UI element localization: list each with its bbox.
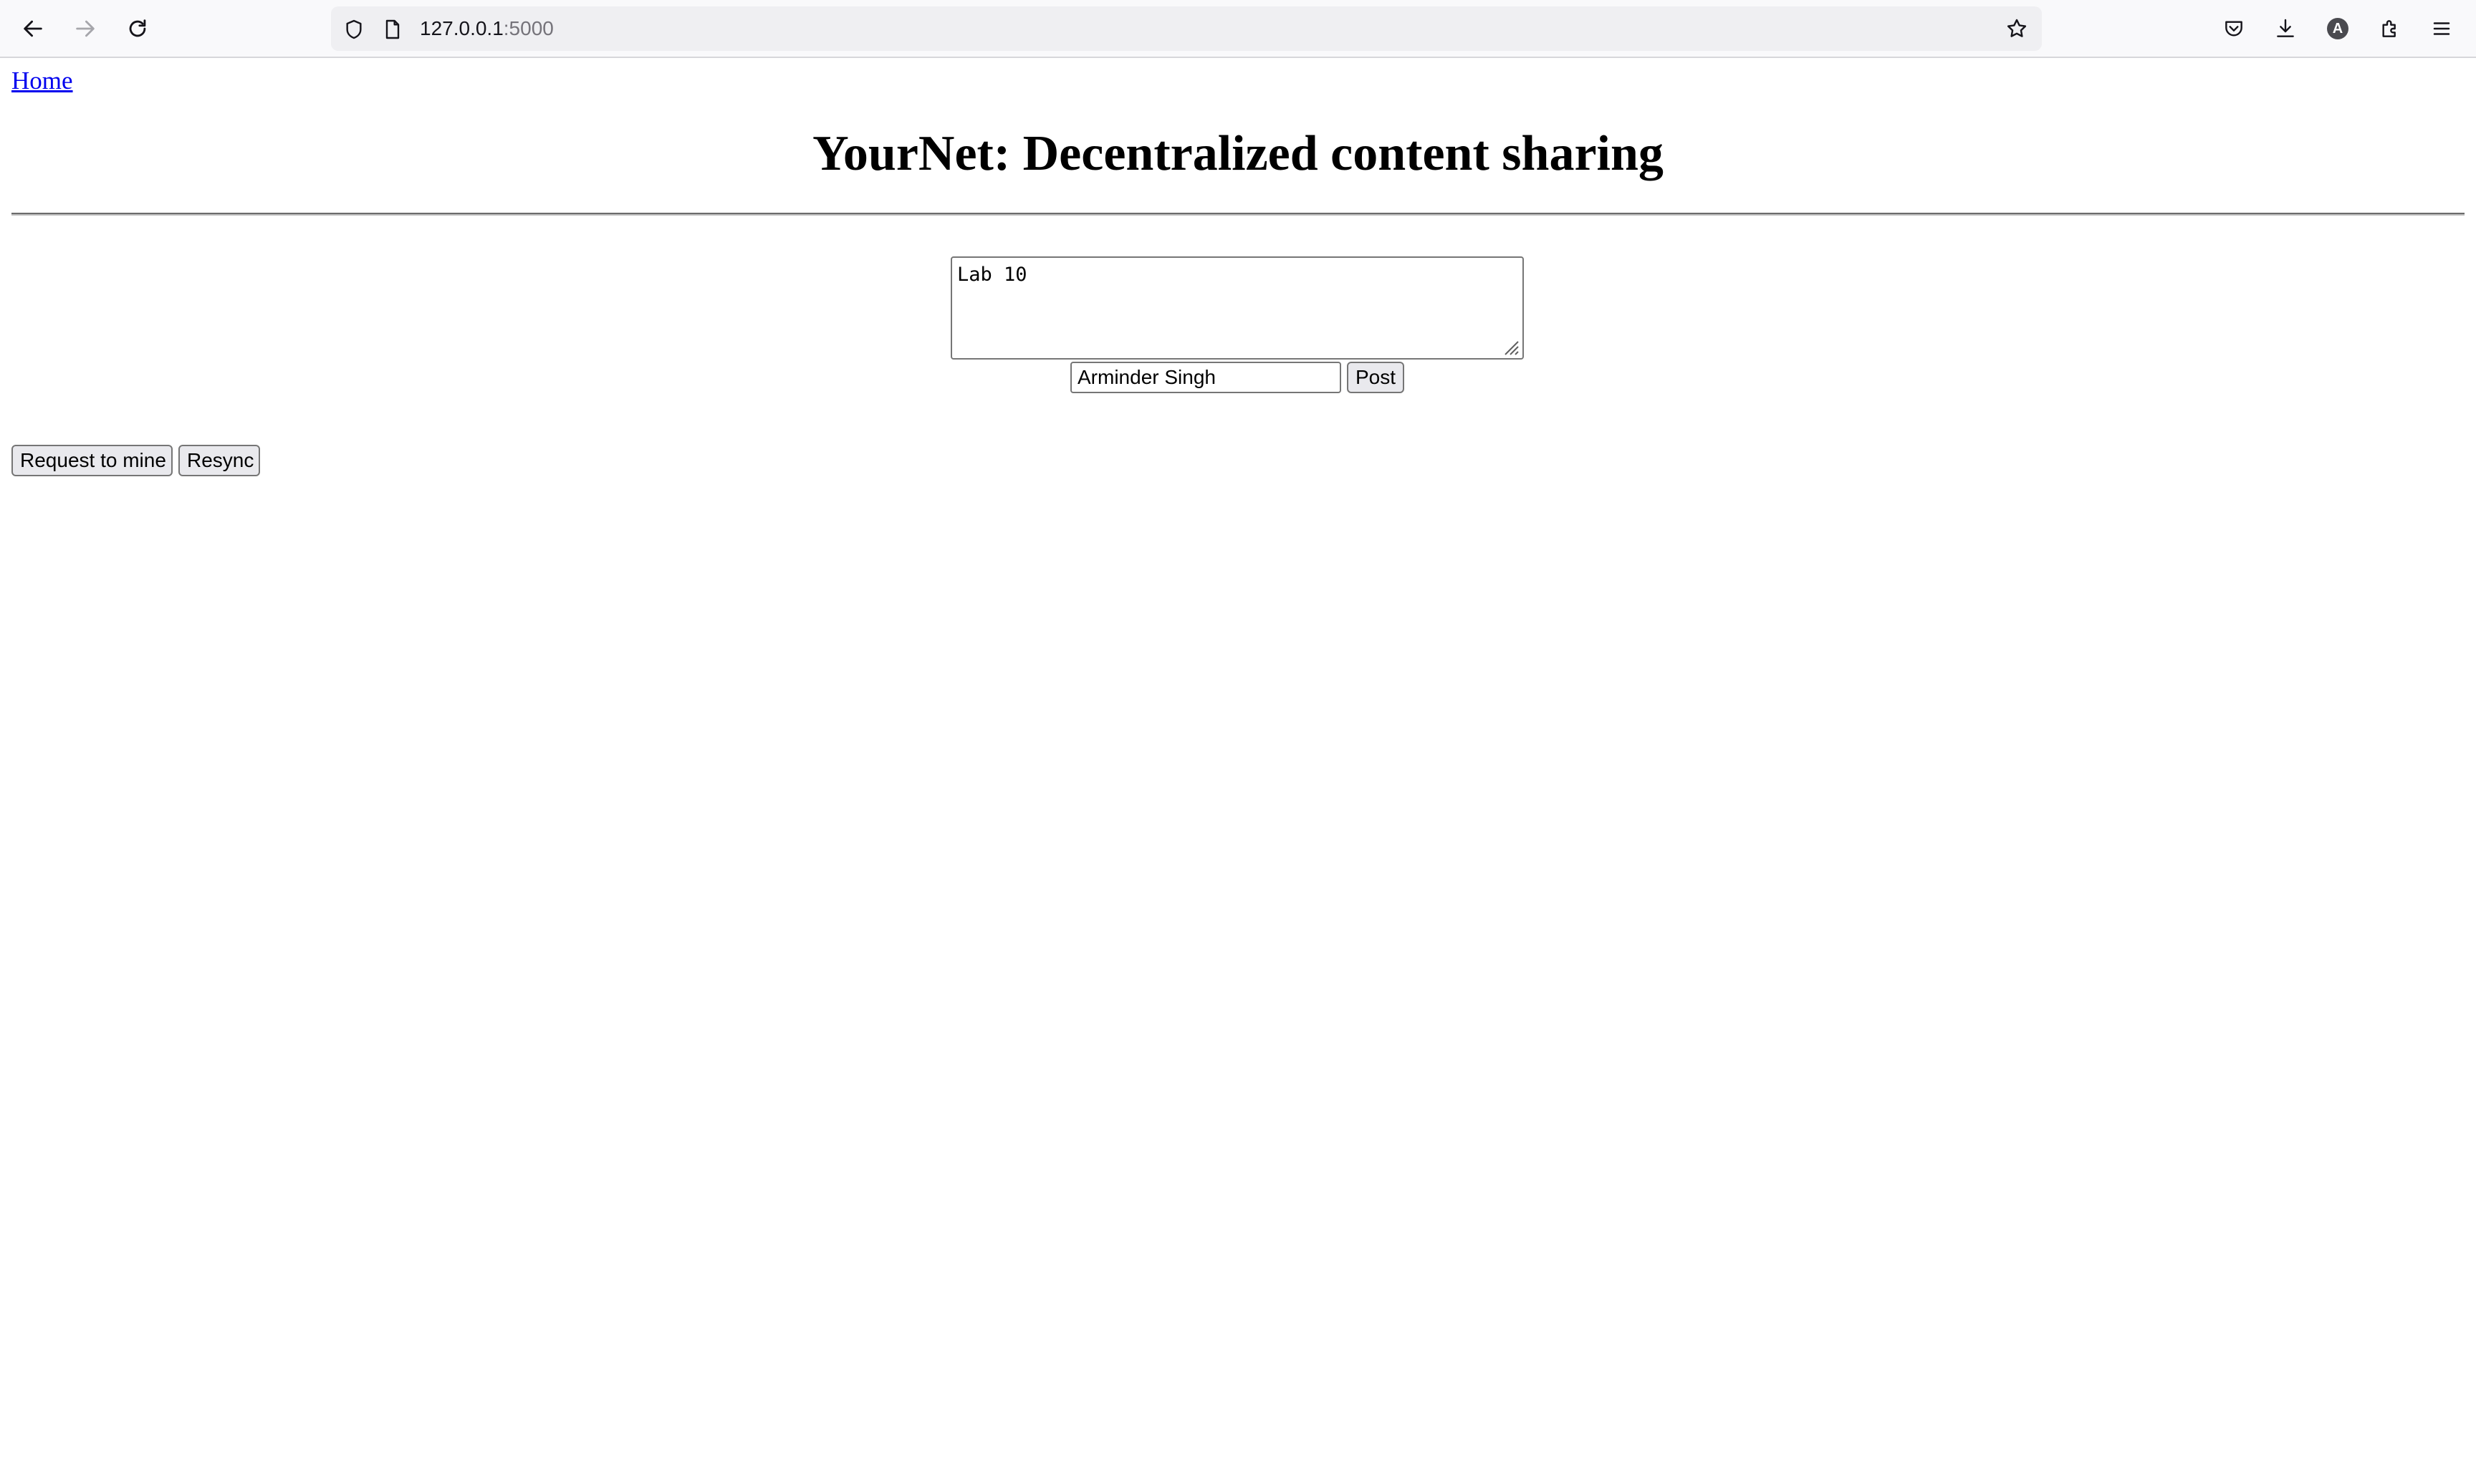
extensions-button[interactable] bbox=[2373, 11, 2407, 46]
arrow-right-icon bbox=[76, 20, 95, 37]
account-button[interactable]: A bbox=[2321, 11, 2355, 46]
avatar: A bbox=[2327, 18, 2348, 39]
back-button[interactable] bbox=[16, 11, 50, 46]
shield-icon[interactable] bbox=[342, 18, 365, 41]
reload-button[interactable] bbox=[120, 11, 155, 46]
pocket-icon bbox=[2225, 21, 2242, 37]
request-to-mine-button[interactable]: Request to mine bbox=[11, 445, 173, 476]
browser-toolbar: 127.0.0.1:5000 A bbox=[0, 0, 2476, 58]
page-title: YourNet: Decentralized content sharing bbox=[812, 126, 1664, 181]
post-button[interactable]: Post bbox=[1347, 362, 1404, 393]
puzzle-icon bbox=[2382, 20, 2396, 37]
forward-button[interactable] bbox=[68, 11, 102, 46]
url-bar[interactable]: 127.0.0.1:5000 bbox=[331, 6, 2042, 51]
page-icon[interactable] bbox=[381, 18, 404, 41]
hamburger-menu-icon bbox=[2433, 22, 2450, 35]
author-name-input[interactable] bbox=[1070, 362, 1341, 393]
downloads-button[interactable] bbox=[2268, 11, 2303, 46]
reload-icon bbox=[129, 19, 146, 37]
download-icon bbox=[2277, 19, 2294, 37]
url-port: :5000 bbox=[503, 17, 554, 39]
url-host: 127.0.0.1 bbox=[420, 17, 504, 39]
post-content-textarea[interactable]: Lab 10 bbox=[951, 256, 1524, 360]
resize-grip-icon[interactable] bbox=[1501, 337, 1520, 356]
star-icon[interactable] bbox=[2005, 16, 2029, 41]
home-link[interactable]: Home bbox=[11, 67, 73, 95]
arrow-left-icon bbox=[24, 20, 42, 37]
divider bbox=[11, 213, 2465, 216]
menu-button[interactable] bbox=[2424, 11, 2459, 46]
resync-button[interactable]: Resync bbox=[178, 445, 260, 476]
page-content: Home YourNet: Decentralized content shar… bbox=[0, 58, 2476, 1484]
url-text[interactable]: 127.0.0.1:5000 bbox=[420, 6, 554, 51]
pocket-button[interactable] bbox=[2217, 11, 2251, 46]
